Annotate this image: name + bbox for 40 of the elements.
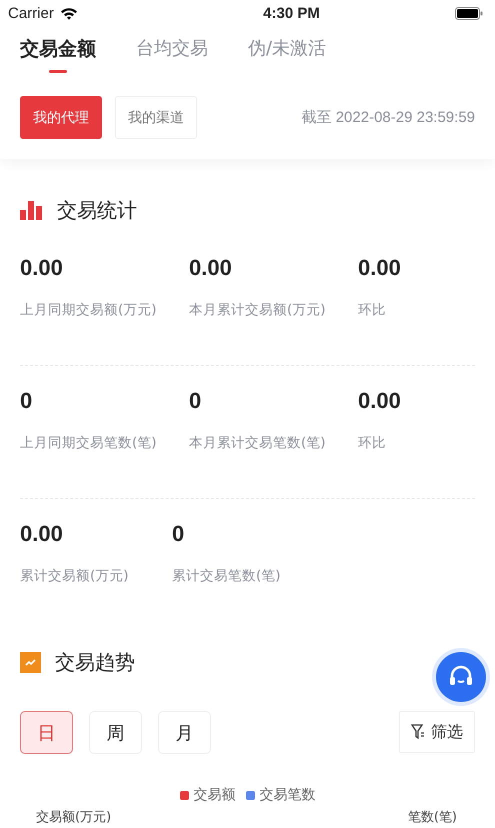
stat-label: 上月同期交易额(万元) [20, 301, 158, 319]
period-button[interactable]: 月 [158, 711, 211, 754]
period-button[interactable]: 周 [89, 711, 142, 754]
stat-value: 0 [172, 521, 186, 547]
tab[interactable]: 台均交易 [136, 36, 208, 76]
line-chart-icon [20, 652, 41, 672]
bar-chart-icon [20, 200, 43, 220]
filter-icon [411, 724, 425, 740]
axis-title: 笔数(笔) [408, 809, 457, 826]
battery-icon [454, 6, 483, 20]
tab[interactable]: 交易金额 [20, 36, 96, 76]
filter-button[interactable]: 筛选 [399, 711, 475, 753]
customer-service-button[interactable] [436, 652, 486, 702]
legend-label: 交易额 [194, 786, 236, 804]
scope-button[interactable]: 我的代理 [20, 96, 102, 139]
axis-title: 交易额(万元) [36, 809, 112, 826]
stat-label: 环比 [358, 301, 387, 319]
stat-value: 0.00 [358, 388, 402, 414]
stat-label: 上月同期交易笔数(笔) [20, 434, 158, 452]
stat-label: 环比 [358, 434, 387, 452]
period-button[interactable]: 日 [20, 711, 73, 754]
stat-value: 0.00 [189, 255, 233, 281]
stat-label: 累计交易笔数(笔) [172, 567, 282, 585]
as-of-time: 截至 2022-08-29 23:59:59 [302, 108, 475, 127]
tab[interactable]: 伪/未激活 [248, 36, 326, 76]
stat-value: 0.00 [358, 255, 402, 281]
carrier-name: Carrier [8, 4, 54, 22]
stat-label: 本月累计交易笔数(笔) [189, 434, 327, 452]
stat-value: 0.00 [20, 255, 64, 281]
status-time: 4:30 PM [263, 4, 320, 22]
stat-value: 0 [189, 388, 202, 414]
legend-label: 交易笔数 [260, 786, 316, 804]
stat-value: 0.00 [20, 521, 64, 547]
section-title: 交易统计 [57, 196, 137, 224]
stat-value: 0 [20, 388, 34, 414]
wifi-icon [60, 6, 78, 20]
section-title: 交易趋势 [55, 648, 135, 676]
stat-label: 累计交易额(万元) [20, 567, 130, 585]
stat-label: 本月累计交易额(万元) [189, 301, 327, 319]
scope-button[interactable]: 我的渠道 [115, 96, 197, 139]
